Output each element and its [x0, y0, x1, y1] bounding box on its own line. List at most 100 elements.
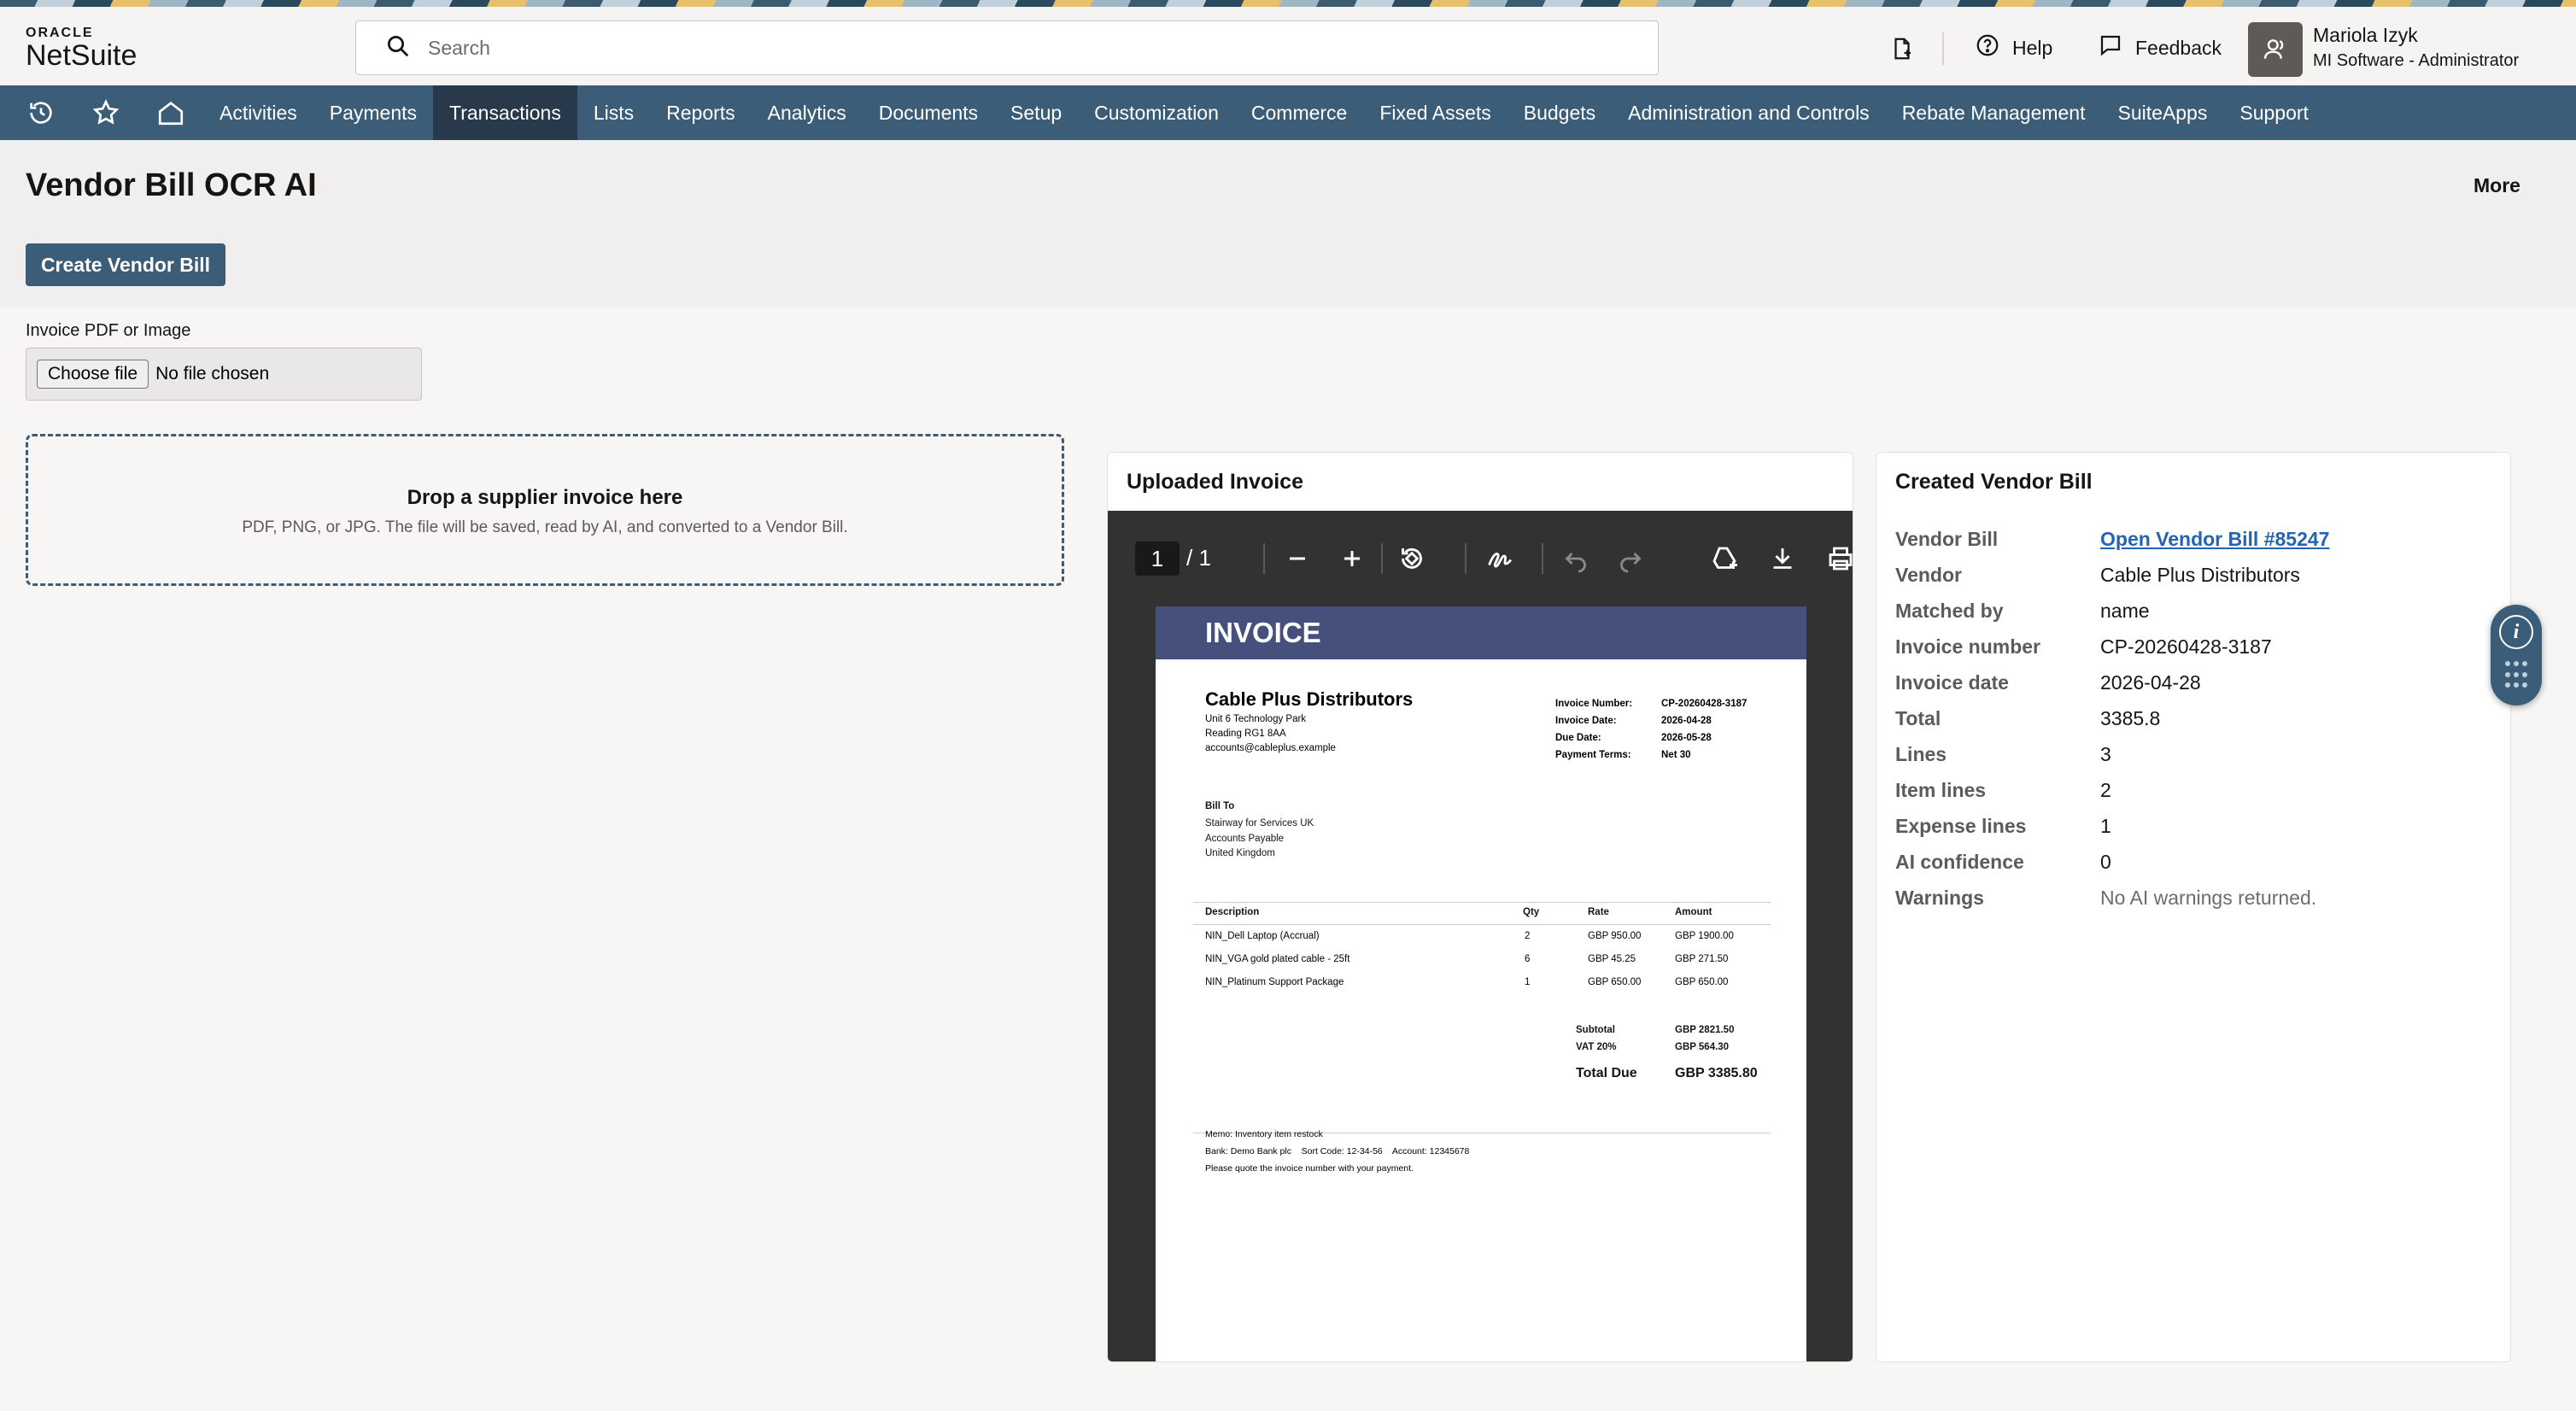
field-total: Total 3385.8 [1895, 707, 2493, 730]
line-qty: 1 [1525, 977, 1531, 987]
nav-administration-and-controls[interactable]: Administration and Controls [1612, 85, 1886, 140]
invoice-file-input[interactable]: Choose file No file chosen [26, 348, 422, 401]
column-header-rate: Rate [1588, 907, 1609, 917]
nav-transactions[interactable]: Transactions [433, 85, 577, 140]
nav-lists[interactable]: Lists [577, 85, 650, 140]
page-total: / 1 [1186, 545, 1211, 571]
field-invoice-number: Invoice number CP-20260428-3187 [1895, 635, 2493, 659]
netsuite-logo[interactable]: ORACLE NetSuite [26, 26, 137, 73]
nav-reports[interactable]: Reports [650, 85, 752, 140]
nav-payments[interactable]: Payments [313, 85, 433, 140]
rotate-icon[interactable] [1396, 543, 1427, 574]
global-search-box[interactable] [355, 20, 1659, 75]
invoice-heading: INVOICE [1205, 617, 1321, 648]
nav-customization[interactable]: Customization [1078, 85, 1235, 140]
subtotal-label: Subtotal [1576, 1025, 1615, 1035]
user-role[interactable]: MI Software - Administrator [2313, 51, 2519, 71]
user-icon [2263, 39, 2284, 59]
dropzone-title: Drop a supplier invoice here [407, 486, 683, 509]
line-description: NIN_Platinum Support Package [1205, 977, 1344, 987]
vat-label: VAT 20% [1576, 1042, 1617, 1052]
search-input[interactable] [428, 36, 1624, 60]
field-item-lines: Item lines 2 [1895, 779, 2493, 802]
help-button[interactable]: Help [1975, 32, 2052, 63]
choose-file-button[interactable]: Choose file [37, 360, 149, 389]
create-vendor-bill-button[interactable]: Create Vendor Bill [26, 243, 225, 286]
bill-to-heading: Bill To [1205, 801, 1235, 811]
field-value: No AI warnings returned. [2100, 887, 2317, 909]
total-due-label: Total Due [1576, 1066, 1637, 1080]
info-icon[interactable]: i [2499, 615, 2533, 649]
zoom-out-icon[interactable] [1282, 543, 1313, 574]
field-label: Item lines [1895, 779, 1987, 801]
feedback-button[interactable]: Feedback [2098, 32, 2222, 63]
invoice-bank-details: Bank: Demo Bank plc Sort Code: 12-34-56 … [1205, 1146, 1470, 1156]
field-value: 0 [2100, 851, 2111, 873]
redo-icon[interactable] [1615, 543, 1646, 574]
pdf-toolbar: 1 / 1 [1108, 511, 1853, 606]
field-label: Vendor [1895, 564, 1962, 586]
recent-documents-icon[interactable] [1889, 36, 1915, 66]
drag-handle-icon[interactable] [2505, 661, 2527, 690]
nav-support[interactable]: Support [2223, 85, 2325, 140]
download-icon[interactable] [1767, 543, 1798, 574]
page-header-band [0, 140, 2576, 307]
column-header-description: Description [1205, 907, 1260, 917]
feedback-label: Feedback [2135, 36, 2222, 59]
invoice-dropzone[interactable]: Drop a supplier invoice here PDF, PNG, o… [26, 434, 1064, 586]
table-rule [1193, 924, 1771, 925]
field-label: Expense lines [1895, 815, 2027, 837]
nav-rebate-management[interactable]: Rebate Management [1886, 85, 2102, 140]
line-qty: 6 [1525, 954, 1531, 964]
print-icon[interactable] [1825, 543, 1853, 574]
subtotal-value: GBP 2821.50 [1675, 1025, 1735, 1035]
nav-setup[interactable]: Setup [994, 85, 1078, 140]
address-line: Stairway for Services UK [1205, 818, 1314, 828]
nav-budgets[interactable]: Budgets [1508, 85, 1612, 140]
line-amount: GBP 271.50 [1675, 954, 1729, 964]
more-actions-link[interactable]: More [2474, 174, 2520, 197]
meta-value: CP-20260428-3187 [1661, 699, 1748, 709]
field-label: Invoice number [1895, 635, 2040, 658]
line-amount: GBP 1900.00 [1675, 931, 1734, 941]
undo-icon[interactable] [1560, 543, 1591, 574]
pdf-viewer[interactable]: 1 / 1 INVOICE Cable Plus Distributors Un… [1108, 511, 1853, 1361]
nav-fixed-assets[interactable]: Fixed Assets [1363, 85, 1507, 140]
nav-commerce[interactable]: Commerce [1235, 85, 1363, 140]
invoice-vendor-address: Unit 6 Technology Park Reading RG1 8AA a… [1205, 712, 1336, 756]
address-line: United Kingdom [1205, 848, 1275, 858]
line-description: NIN_VGA gold plated cable - 25ft [1205, 954, 1350, 964]
field-label: Matched by [1895, 600, 2004, 622]
nav-activities[interactable]: Activities [203, 85, 313, 140]
nav-suiteapps[interactable]: SuiteApps [2102, 85, 2224, 140]
page-number-input[interactable]: 1 [1135, 542, 1180, 576]
draw-icon[interactable] [1485, 543, 1516, 574]
user-avatar[interactable] [2248, 22, 2303, 77]
toolbar-divider [1542, 543, 1543, 574]
recent-records-icon[interactable] [9, 85, 73, 140]
field-value: 3385.8 [2100, 707, 2161, 729]
uploaded-invoice-title: Uploaded Invoice [1127, 470, 1303, 494]
line-description: NIN_Dell Laptop (Accrual) [1205, 931, 1320, 941]
open-vendor-bill-link[interactable]: Open Vendor Bill #85247 [2100, 528, 2329, 551]
zoom-in-icon[interactable] [1337, 543, 1367, 574]
home-icon[interactable] [138, 85, 203, 140]
column-header-qty: Qty [1523, 907, 1540, 917]
user-name[interactable]: Mariola Izyk [2313, 24, 2418, 47]
field-lines: Lines 3 [1895, 743, 2493, 766]
decorative-banner [0, 0, 2576, 7]
field-label: Total [1895, 707, 1941, 729]
invoice-payment-note: Please quote the invoice number with you… [1205, 1163, 1414, 1174]
field-label: Vendor Bill [1895, 528, 1999, 550]
meta-key: Invoice Number: [1555, 699, 1633, 709]
invoice-header-band: INVOICE [1156, 606, 1806, 659]
field-invoice-date: Invoice date 2026-04-28 [1895, 671, 2493, 694]
nav-analytics[interactable]: Analytics [752, 85, 863, 140]
favorites-star-icon[interactable] [73, 85, 138, 140]
page-title: Vendor Bill OCR AI [26, 167, 317, 203]
nav-documents[interactable]: Documents [863, 85, 994, 140]
save-to-drive-icon[interactable] [1709, 543, 1740, 574]
created-vendor-bill-title: Created Vendor Bill [1895, 470, 2093, 494]
floating-help-widget[interactable]: i [2491, 605, 2542, 706]
field-value: 1 [2100, 815, 2111, 837]
